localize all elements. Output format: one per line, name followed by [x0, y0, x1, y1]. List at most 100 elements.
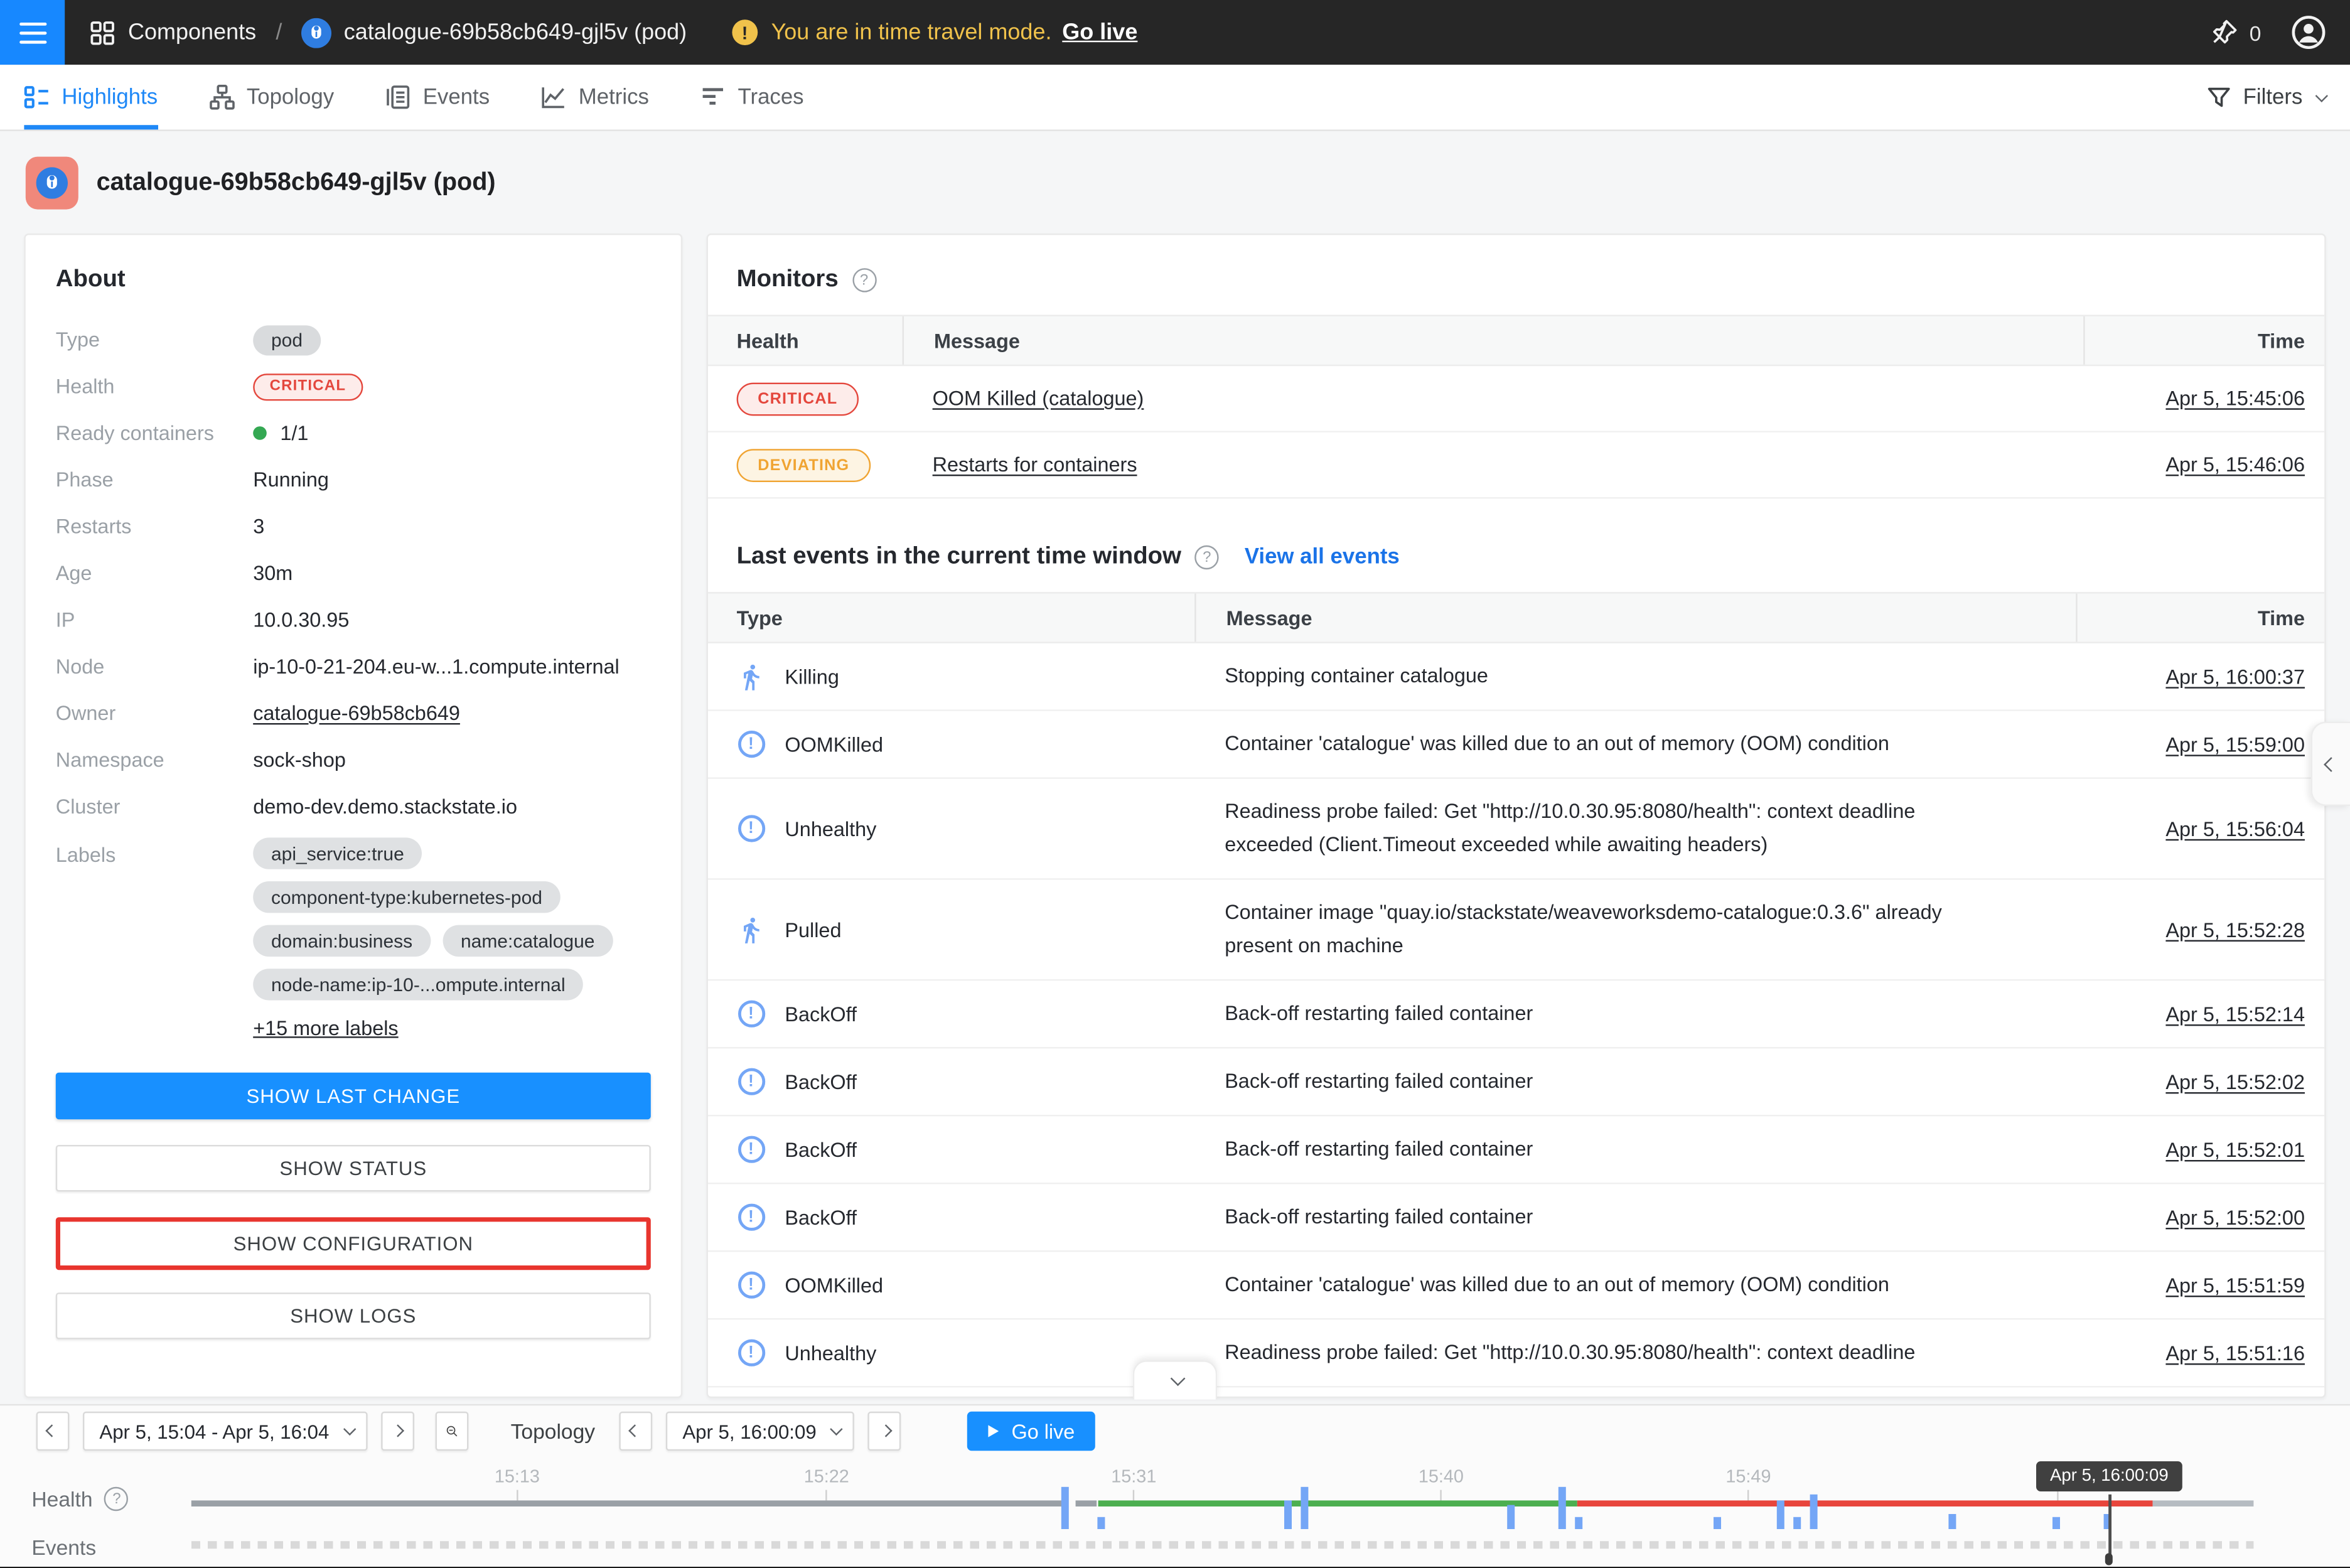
- tab-topology[interactable]: Topology: [209, 65, 334, 129]
- alert-circle-icon: !: [738, 1001, 765, 1028]
- event-time-link[interactable]: Apr 5, 15:52:28: [2165, 918, 2305, 941]
- breadcrumb-separator: /: [276, 19, 282, 45]
- components-grid-icon: [90, 20, 114, 44]
- pin-icon[interactable]: [2210, 18, 2239, 47]
- monitor-message-link[interactable]: OOM Killed (catalogue): [933, 387, 1144, 410]
- event-bar: [1508, 1505, 1515, 1529]
- event-row: ! BackOff Back-off restarting failed con…: [708, 980, 2324, 1048]
- label-chip: name:catalogue: [443, 925, 613, 957]
- tab-traces[interactable]: Traces: [700, 65, 804, 129]
- ready-status-dot: [253, 426, 267, 440]
- label-chip: domain:business: [253, 925, 431, 957]
- tab-events[interactable]: Events: [385, 65, 490, 129]
- event-type-icon: !: [737, 915, 766, 944]
- show-configuration-button[interactable]: SHOW CONFIGURATION: [56, 1217, 651, 1270]
- events-row-label: Events: [31, 1535, 96, 1559]
- alert-circle-icon: !: [738, 1340, 765, 1367]
- monitors-help-icon[interactable]: ?: [852, 268, 876, 292]
- event-row: ! OOMKilled Container 'catalogue' was ki…: [708, 711, 2324, 779]
- event-bar: [1714, 1517, 1721, 1529]
- show-status-button[interactable]: SHOW STATUS: [56, 1145, 651, 1191]
- event-time-link[interactable]: Apr 5, 15:51:16: [2165, 1341, 2305, 1364]
- about-row-cluster: Cluster demo-dev.demo.stackstate.io: [56, 791, 651, 822]
- about-row-age: Age 30m: [56, 557, 651, 589]
- page-header: catalogue-69b58cb649-gjl5v (pod): [26, 157, 496, 210]
- collapse-panel-button[interactable]: [2311, 722, 2350, 806]
- timeline-bar: Apr 5, 15:04 - Apr 5, 16:04 Topology Apr…: [0, 1404, 2350, 1567]
- label-chip: component-type:kubernetes-pod: [253, 881, 561, 913]
- event-bar: [1097, 1517, 1105, 1529]
- filters-button[interactable]: Filters: [2207, 65, 2323, 129]
- monitor-time-link[interactable]: Apr 5, 15:45:06: [2165, 387, 2305, 410]
- event-time-link[interactable]: Apr 5, 15:59:00: [2165, 733, 2305, 756]
- event-type-label: Killing: [785, 665, 839, 688]
- about-row-owner: Owner catalogue-69b58cb649: [56, 697, 651, 729]
- label-chip: node-name:ip-10-...ompute.internal: [253, 969, 583, 1000]
- label-chip: api_service:true: [253, 837, 422, 869]
- metrics-icon: [541, 84, 567, 110]
- event-type-icon: !: [737, 999, 766, 1028]
- tab-highlights[interactable]: Highlights: [24, 65, 158, 129]
- user-avatar[interactable]: [2291, 15, 2326, 50]
- event-type-icon: !: [737, 1338, 766, 1367]
- about-row-phase: Phase Running: [56, 464, 651, 495]
- monitor-time-link[interactable]: Apr 5, 15:46:06: [2165, 453, 2305, 476]
- show-logs-button[interactable]: SHOW LOGS: [56, 1292, 651, 1339]
- event-time-link[interactable]: Apr 5, 15:52:02: [2165, 1070, 2305, 1093]
- time-marker-handle[interactable]: [2106, 1553, 2113, 1565]
- show-last-change-button[interactable]: SHOW LAST CHANGE: [56, 1073, 651, 1119]
- event-message: Readiness probe failed: Get "http://10.0…: [1225, 1336, 1955, 1370]
- tab-metrics[interactable]: Metrics: [541, 65, 649, 129]
- health-help-icon[interactable]: ?: [105, 1487, 129, 1511]
- event-row: ! BackOff Back-off restarting failed con…: [708, 1116, 2324, 1184]
- breadcrumb-components[interactable]: Components: [128, 19, 256, 45]
- event-type-label: Unhealthy: [785, 817, 876, 840]
- events-table-header: Type Message Time: [708, 592, 2324, 643]
- event-time-link[interactable]: Apr 5, 15:56:04: [2165, 817, 2305, 840]
- event-bar: [1794, 1517, 1801, 1529]
- event-message: Back-off restarting failed container: [1225, 1133, 1955, 1166]
- about-title: About: [56, 267, 651, 294]
- event-time-link[interactable]: Apr 5, 15:51:59: [2165, 1274, 2305, 1296]
- pod-icon: [302, 18, 332, 48]
- go-live-link[interactable]: Go live: [1062, 19, 1137, 45]
- event-message: Stopping container catalogue: [1225, 660, 1955, 693]
- monitor-status-badge: DEVIATING: [737, 448, 871, 481]
- event-message: Back-off restarting failed container: [1225, 1201, 1955, 1234]
- owner-link[interactable]: catalogue-69b58cb649: [253, 702, 460, 724]
- about-row-ready: Ready containers 1/1: [56, 417, 651, 449]
- time-marker[interactable]: Apr 5, 16:00:09: [2036, 1461, 2182, 1491]
- timeline-track[interactable]: 15:13 15:22 15:31 15:40: [191, 1405, 2254, 1568]
- monitor-row: CRITICAL OOM Killed (catalogue) Apr 5, 1…: [708, 366, 2324, 432]
- events-table: ! Killing Stopping container catalogue A…: [708, 643, 2324, 1388]
- monitors-title: Monitors: [737, 267, 839, 294]
- events-help-icon[interactable]: ?: [1195, 545, 1219, 569]
- event-bar: [1301, 1487, 1309, 1529]
- expand-events-button[interactable]: [1133, 1360, 1217, 1399]
- event-message: Back-off restarting failed container: [1225, 997, 1955, 1031]
- time-marker-line: [2109, 1495, 2111, 1562]
- event-message: Container image "quay.io/stackstate/weav…: [1225, 896, 1955, 963]
- breadcrumb-entity[interactable]: catalogue-69b58cb649-gjl5v (pod): [344, 19, 687, 45]
- pod-health-icon: [26, 157, 78, 210]
- range-prev-button[interactable]: [36, 1412, 70, 1451]
- top-bar: Components / catalogue-69b58cb649-gjl5v …: [0, 0, 2350, 65]
- traces-icon: [700, 84, 726, 110]
- about-row-ip: IP 10.0.30.95: [56, 604, 651, 635]
- event-time-link[interactable]: Apr 5, 15:52:00: [2165, 1206, 2305, 1228]
- monitor-message-link[interactable]: Restarts for containers: [933, 453, 1137, 476]
- alert-circle-icon: !: [738, 815, 765, 842]
- view-all-events-link[interactable]: View all events: [1245, 545, 1400, 569]
- events-icon: [385, 84, 411, 110]
- more-labels-link[interactable]: +15 more labels: [253, 1017, 398, 1039]
- event-time-link[interactable]: Apr 5, 16:00:37: [2165, 665, 2305, 688]
- event-time-link[interactable]: Apr 5, 15:52:14: [2165, 1002, 2305, 1025]
- event-time-link[interactable]: Apr 5, 15:52:01: [2165, 1138, 2305, 1161]
- alert-circle-icon: !: [738, 1204, 765, 1231]
- hamburger-menu-button[interactable]: [0, 0, 65, 65]
- details-panel: Monitors ? Health Message Time CRITICAL …: [707, 234, 2326, 1398]
- event-row: ! Killing Stopping container catalogue A…: [708, 643, 2324, 711]
- event-bar: [1949, 1514, 1956, 1529]
- event-row: ! BackOff Back-off restarting failed con…: [708, 1048, 2324, 1116]
- alert-circle-icon: !: [738, 1136, 765, 1163]
